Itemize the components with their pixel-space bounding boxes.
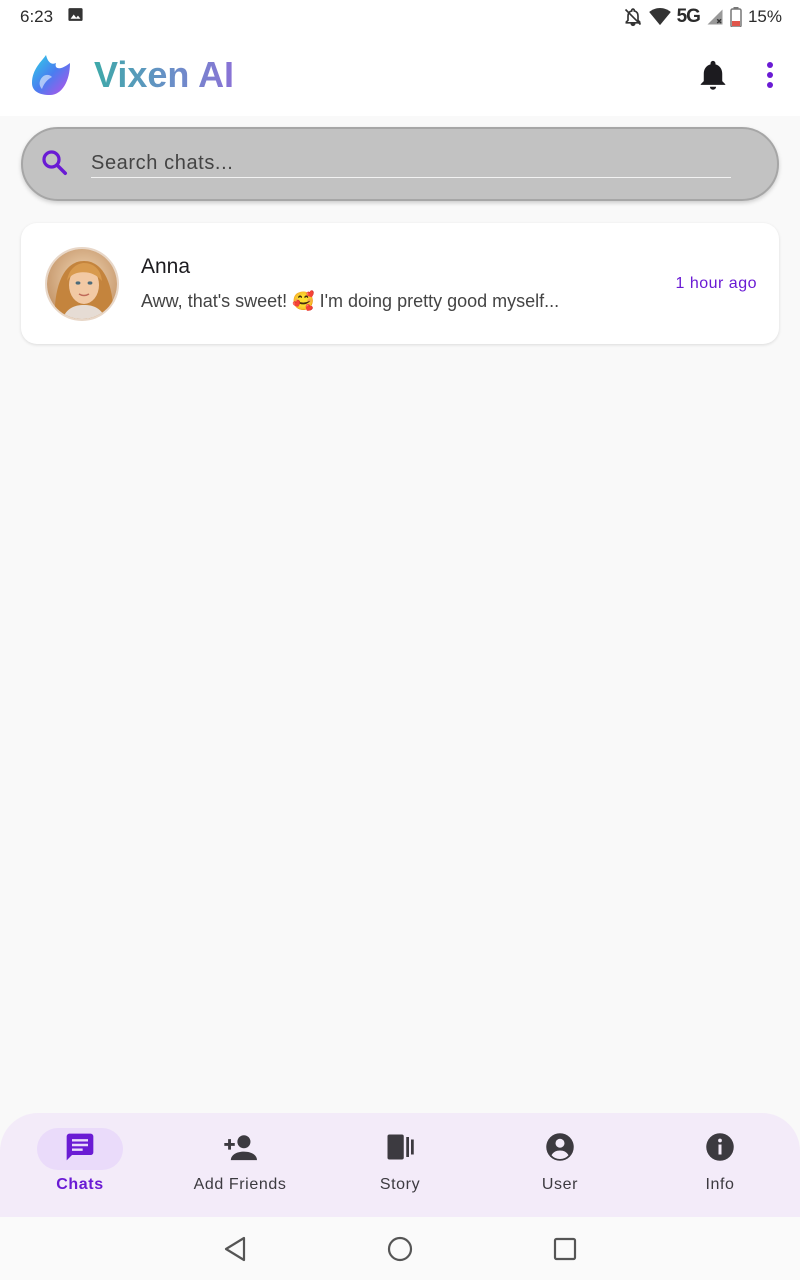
home-icon[interactable] xyxy=(387,1236,413,1262)
system-navigation-bar xyxy=(0,1217,800,1280)
chat-time: 1 hour ago xyxy=(675,274,757,292)
chat-preview: Aww, that's sweet! 🥰 I'm doing pretty go… xyxy=(141,291,675,312)
nav-label-user: User xyxy=(541,1176,579,1193)
chat-preview-prefix: Aww, that's sweet! xyxy=(141,291,293,311)
nav-item-info[interactable]: Info xyxy=(640,1113,800,1217)
app-bar: Vixen AI xyxy=(0,34,800,116)
signal-icon xyxy=(706,8,724,26)
search-icon xyxy=(39,147,69,182)
nav-label-add-friends: Add Friends xyxy=(193,1176,287,1193)
app-title: Vixen AI xyxy=(94,54,235,95)
battery-icon xyxy=(730,7,742,27)
chat-icon xyxy=(64,1131,96,1168)
nav-label-info: Info xyxy=(705,1176,735,1193)
account-circle-icon xyxy=(545,1132,575,1167)
info-icon xyxy=(705,1132,735,1167)
more-vert-icon[interactable] xyxy=(766,61,774,89)
chat-text: Anna Aww, that's sweet! 🥰 I'm doing pret… xyxy=(141,255,675,312)
nav-pill xyxy=(357,1128,443,1170)
battery-level: 15% xyxy=(747,7,782,26)
chat-preview-suffix: I'm doing pretty good myself... xyxy=(314,291,560,311)
status-time: 6:23 xyxy=(20,7,54,26)
nav-item-story[interactable]: Story xyxy=(320,1113,480,1217)
person-add-icon xyxy=(223,1132,257,1167)
wifi-icon xyxy=(648,8,671,26)
nav-pill xyxy=(517,1128,603,1170)
smiling-face-with-hearts-emoji: 🥰 xyxy=(292,291,315,311)
recents-icon[interactable] xyxy=(553,1237,577,1261)
nav-pill xyxy=(677,1128,763,1170)
back-icon[interactable] xyxy=(223,1236,247,1262)
nav-pill xyxy=(197,1128,283,1170)
nav-item-chats[interactable]: Chats xyxy=(0,1113,160,1217)
status-bar: 6:23 5G 15% xyxy=(0,0,800,34)
bell-icon[interactable] xyxy=(698,59,728,91)
nav-label-chats: Chats xyxy=(56,1176,104,1193)
nav-pill xyxy=(37,1128,123,1170)
app-logo xyxy=(26,51,74,99)
network-type: 5G xyxy=(676,6,701,27)
nav-item-add-friends[interactable]: Add Friends xyxy=(160,1113,320,1217)
search-input[interactable] xyxy=(91,152,731,178)
chat-name: Anna xyxy=(141,255,191,278)
avatar xyxy=(45,246,119,321)
notifications-off-icon xyxy=(623,7,643,27)
nav-label-story: Story xyxy=(379,1176,421,1193)
nav-item-user[interactable]: User xyxy=(480,1113,640,1217)
bottom-navigation: Chats Add Friends Story User Info xyxy=(0,1113,800,1217)
image-icon xyxy=(67,6,84,28)
chat-list-item-anna[interactable]: Anna Aww, that's sweet! 🥰 I'm doing pret… xyxy=(21,223,779,344)
search-bar[interactable] xyxy=(21,127,779,201)
story-icon xyxy=(385,1132,415,1167)
